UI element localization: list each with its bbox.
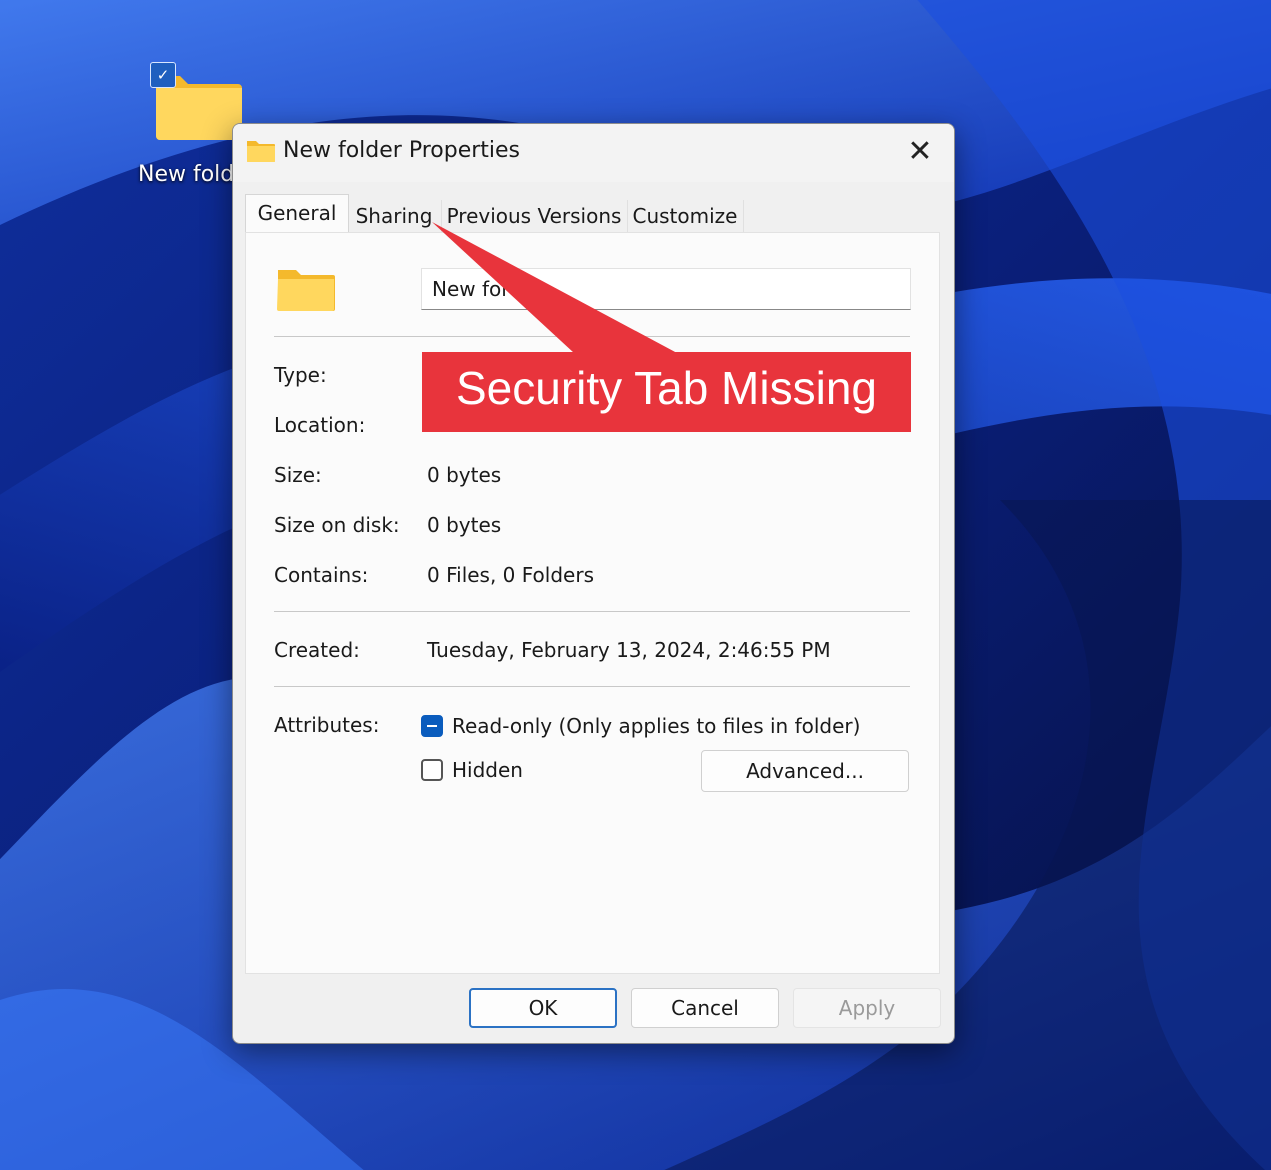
tab-strip: General Sharing Previous Versions Custom…	[245, 194, 942, 235]
created-value: Tuesday, February 13, 2024, 2:46:55 PM	[427, 638, 831, 662]
tab-customize[interactable]: Customize	[627, 200, 744, 232]
ok-button[interactable]: OK	[469, 988, 617, 1028]
size-value: 0 bytes	[427, 463, 502, 487]
created-label: Created:	[274, 638, 360, 662]
hidden-label[interactable]: Hidden	[452, 758, 523, 782]
folder-icon	[277, 270, 335, 311]
readonly-label[interactable]: Read-only (Only applies to files in fold…	[452, 714, 860, 738]
checkmark-icon[interactable]: ✓	[150, 62, 176, 88]
tab-general[interactable]: General	[245, 194, 349, 235]
general-panel: Type: Location: Size: 0 bytes Size on di…	[245, 232, 940, 974]
folder-icon	[247, 141, 275, 162]
cancel-button[interactable]: Cancel	[631, 988, 779, 1028]
size-on-disk-label: Size on disk:	[274, 513, 400, 537]
location-label: Location:	[274, 413, 366, 437]
separator	[274, 686, 910, 687]
tab-previous-versions[interactable]: Previous Versions	[441, 200, 628, 232]
desktop-folder-label: New fold	[138, 162, 235, 187]
title-bar[interactable]: New folder Properties ✕	[233, 124, 954, 182]
advanced-button[interactable]: Advanced...	[701, 750, 909, 792]
properties-dialog: New folder Properties ✕ General Sharing …	[232, 123, 955, 1044]
attributes-label: Attributes:	[274, 713, 380, 737]
separator	[274, 336, 910, 337]
size-label: Size:	[274, 463, 322, 487]
separator	[274, 611, 910, 612]
close-icon[interactable]: ✕	[897, 132, 943, 172]
apply-button: Apply	[793, 988, 941, 1028]
hidden-checkbox[interactable]	[421, 759, 443, 781]
folder-name-input[interactable]	[421, 268, 911, 310]
size-on-disk-value: 0 bytes	[427, 513, 502, 537]
type-label: Type:	[274, 363, 327, 387]
tab-sharing[interactable]: Sharing	[347, 200, 442, 232]
contains-label: Contains:	[274, 563, 369, 587]
readonly-checkbox[interactable]	[421, 715, 443, 737]
dialog-title: New folder Properties	[283, 138, 521, 163]
contains-value: 0 Files, 0 Folders	[427, 563, 594, 587]
